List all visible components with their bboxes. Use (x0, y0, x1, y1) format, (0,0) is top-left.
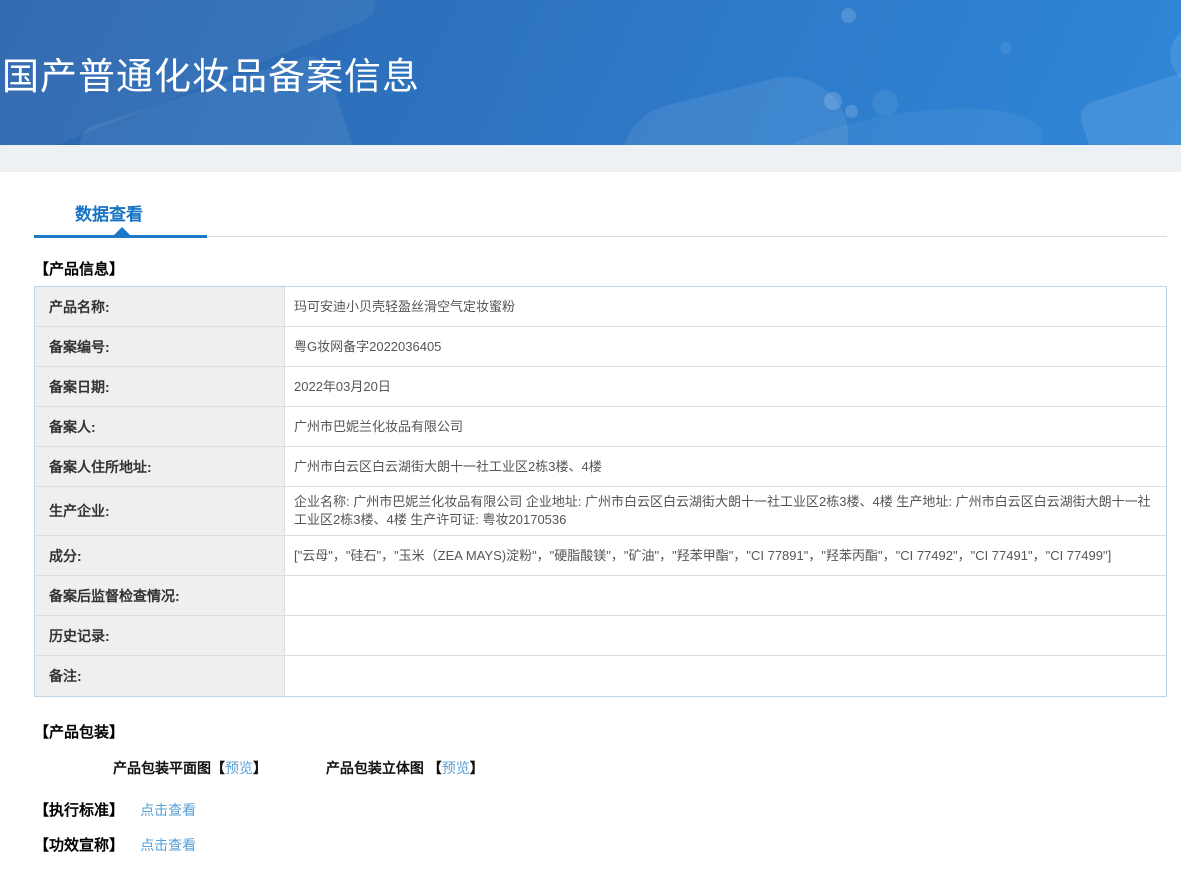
row-value (285, 656, 1166, 696)
packaging-stereo-label: 产品包装立体图 (325, 760, 428, 776)
decorative-band (1076, 38, 1181, 145)
row-label: 备案人住所地址: (35, 447, 285, 486)
section-title-efficacy: 【功效宣称】 (34, 837, 125, 854)
tab-rule-active (34, 235, 207, 238)
table-row: 备案日期: 2022年03月20日 (35, 367, 1166, 407)
tab-data-view[interactable]: 数据查看 (75, 200, 143, 225)
row-value: 粤G妆网备字2022036405 (294, 338, 442, 354)
packaging-stereo-preview-link[interactable]: 预览 (442, 760, 470, 776)
bracket-open: 【 (427, 760, 442, 776)
main-content: 数据查看 【产品信息】 产品名称: 玛可安迪小贝壳轻盈丝滑空气定妆蜜粉 备案编号… (0, 198, 1181, 855)
row-label: 备注: (35, 656, 285, 696)
table-row: 备案人住所地址: 广州市白云区白云湖街大朗十一社工业区2栋3楼、4楼 (35, 447, 1166, 487)
table-row: 备注: (35, 656, 1166, 696)
row-label: 历史记录: (35, 616, 285, 655)
bracket-close: 】 (469, 760, 484, 776)
row-value: 2022年03月20日 (294, 378, 391, 394)
row-value: ["云母"，"硅石"，"玉米（ZEA MAYS)淀粉"，"硬脂酸镁"，"矿油"，… (294, 547, 1112, 563)
packaging-flat-group: 产品包装平面图【预览】 (113, 758, 267, 778)
table-row: 备案编号: 粤G妆网备字2022036405 (35, 327, 1166, 367)
section-title-packaging: 【产品包装】 (34, 724, 125, 741)
section-title-standard: 【执行标准】 (34, 802, 125, 819)
row-value: 企业名称: 广州市巴妮兰化妆品有限公司 企业地址: 广州市白云区白云湖街大朗十一… (294, 494, 1151, 527)
row-value: 广州市巴妮兰化妆品有限公司 (294, 418, 464, 434)
table-row: 产品名称: 玛可安迪小贝壳轻盈丝滑空气定妆蜜粉 (35, 287, 1166, 327)
standard-row: 【执行标准】 点击查看 (34, 799, 1147, 820)
page-title: 国产普通化妆品备案信息 (2, 56, 420, 97)
section-title-product-info: 【产品信息】 (34, 261, 125, 278)
decorative-circle (841, 8, 856, 23)
packaging-flat-label: 产品包装平面图 (113, 760, 211, 776)
table-row: 备案后监督检查情况: (35, 576, 1166, 616)
row-label: 生产企业: (35, 487, 285, 535)
row-label: 成分: (35, 536, 285, 575)
bracket-open: 【 (211, 760, 225, 776)
table-row: 成分: ["云母"，"硅石"，"玉米（ZEA MAYS)淀粉"，"硬脂酸镁"，"… (35, 536, 1166, 576)
row-label: 备案人: (35, 407, 285, 446)
packaging-stereo-group: 产品包装立体图 【预览】 (326, 758, 484, 778)
row-value: 玛可安迪小贝壳轻盈丝滑空气定妆蜜粉 (294, 298, 516, 314)
row-label: 备案日期: (35, 367, 285, 406)
table-row: 历史记录: (35, 616, 1166, 656)
tab-active-arrow-icon (114, 227, 130, 235)
page-header-banner: 国产普通化妆品备案信息 (0, 0, 1181, 145)
table-row: 备案人: 广州市巴妮兰化妆品有限公司 (35, 407, 1166, 447)
decorative-circle (872, 90, 898, 116)
packaging-flat-preview-link[interactable]: 预览 (225, 760, 253, 776)
header-sub-strip (0, 145, 1181, 172)
tab-bar: 数据查看 (34, 198, 1167, 238)
tab-underline (34, 227, 1167, 238)
row-value (285, 616, 1166, 655)
row-label: 备案后监督检查情况: (35, 576, 285, 615)
table-row: 生产企业: 企业名称: 广州市巴妮兰化妆品有限公司 企业地址: 广州市白云区白云… (35, 487, 1166, 536)
efficacy-view-link[interactable]: 点击查看 (140, 837, 196, 853)
row-value (285, 576, 1166, 615)
product-info-table: 产品名称: 玛可安迪小贝壳轻盈丝滑空气定妆蜜粉 备案编号: 粤G妆网备字2022… (34, 286, 1167, 697)
row-label: 备案编号: (35, 327, 285, 366)
decorative-band (608, 63, 862, 145)
decorative-ellipse (1170, 10, 1181, 100)
decorative-circle (845, 105, 858, 118)
bracket-close: 】 (253, 760, 267, 776)
packaging-links-row: 产品包装平面图【预览】 产品包装立体图 【预览】 (34, 758, 1147, 778)
row-label: 产品名称: (35, 287, 285, 326)
decorative-circle (1000, 42, 1012, 54)
efficacy-row: 【功效宣称】 点击查看 (34, 834, 1147, 855)
decorative-circle (824, 92, 842, 110)
row-value: 广州市白云区白云湖街大朗十一社工业区2栋3楼、4楼 (294, 458, 602, 474)
standard-view-link[interactable]: 点击查看 (140, 802, 196, 818)
decorative-ellipse (739, 89, 1051, 145)
